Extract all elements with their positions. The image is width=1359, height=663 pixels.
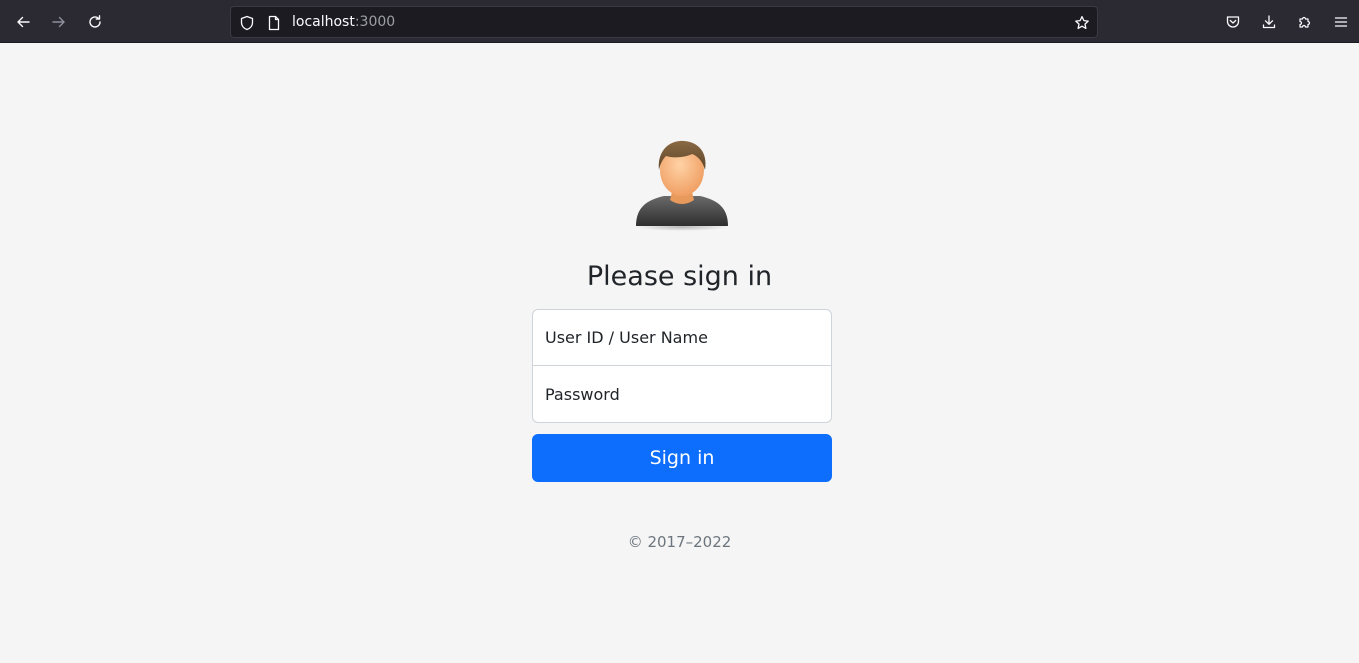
reload-icon	[89, 15, 101, 28]
downloads-button[interactable]	[1253, 6, 1285, 38]
shield-icon[interactable]	[238, 14, 256, 32]
url-port: :3000	[354, 14, 396, 30]
arrow-left-icon	[17, 16, 30, 28]
puzzle-icon	[1299, 16, 1311, 28]
pocket-icon	[1226, 16, 1240, 28]
page-icon[interactable]	[265, 14, 283, 32]
browser-toolbar: localhost:3000	[0, 0, 1359, 43]
arrow-right-icon	[52, 16, 65, 28]
page-title: Please sign in	[586, 261, 773, 292]
hamburger-menu-icon	[1334, 17, 1348, 27]
back-button[interactable]	[7, 6, 39, 38]
extensions-button[interactable]	[1289, 6, 1321, 38]
star-icon	[1075, 15, 1089, 30]
pocket-button[interactable]	[1217, 6, 1249, 38]
user-avatar-icon	[636, 140, 728, 231]
username-input[interactable]	[532, 309, 832, 366]
url-text[interactable]: localhost:3000	[292, 13, 395, 31]
login-form	[532, 309, 832, 423]
url-bar[interactable]: localhost:3000	[230, 6, 1098, 38]
download-icon	[1262, 15, 1276, 29]
bookmark-star-button[interactable]	[1073, 14, 1091, 32]
copyright-text: © 2017–2022	[627, 533, 732, 551]
password-input[interactable]	[532, 365, 832, 423]
app-menu-button[interactable]	[1325, 6, 1357, 38]
url-host: localhost	[292, 14, 355, 30]
sign-in-button[interactable]: Sign in	[532, 434, 832, 482]
reload-button[interactable]	[79, 6, 111, 38]
forward-button[interactable]	[43, 6, 75, 38]
login-page: Please sign in Sign in © 2017–2022	[0, 43, 1359, 663]
